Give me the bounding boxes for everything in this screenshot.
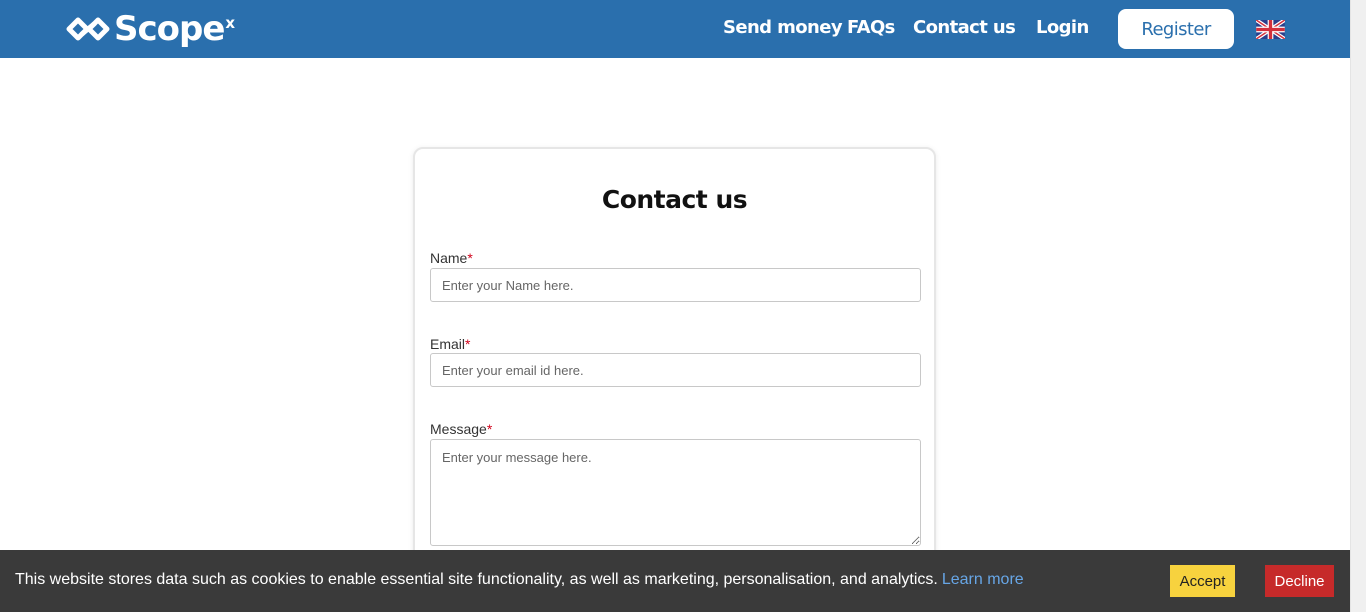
page: Scope x Send money FAQs Contact us Login…: [0, 0, 1366, 612]
cookie-message: This website stores data such as cookies…: [15, 571, 1024, 589]
accept-cookies-button[interactable]: Accept: [1170, 565, 1235, 597]
logo-suffix: x: [225, 14, 236, 32]
register-button[interactable]: Register: [1118, 9, 1234, 49]
cookie-banner: This website stores data such as cookies…: [0, 550, 1350, 612]
site-header: Scope x Send money FAQs Contact us Login…: [0, 0, 1350, 58]
nav-contact-us[interactable]: Contact us: [913, 16, 1016, 40]
required-marker: *: [467, 250, 473, 266]
learn-more-link[interactable]: Learn more: [942, 571, 1024, 588]
page-title: Contact us: [601, 185, 748, 214]
logo-mark-icon: [66, 17, 110, 41]
nav-send-money[interactable]: Send money: [723, 16, 843, 40]
name-label: Name*: [430, 250, 473, 266]
nav-login[interactable]: Login: [1036, 16, 1089, 40]
nav-faqs[interactable]: FAQs: [847, 16, 895, 40]
name-input[interactable]: [430, 268, 921, 302]
cookie-message-text: This website stores data such as cookies…: [15, 571, 938, 588]
contact-form-card: Contact us Name* Email* Message*: [413, 147, 936, 577]
scopex-logo[interactable]: Scope x: [66, 10, 235, 48]
name-label-text: Name: [430, 250, 468, 266]
required-marker: *: [486, 421, 493, 437]
page-scrollbar[interactable]: [1350, 0, 1366, 612]
message-label: Message*: [430, 421, 492, 437]
required-marker: *: [465, 336, 471, 352]
message-label-text: Message: [430, 421, 487, 437]
email-label-text: Email: [430, 336, 466, 352]
message-textarea[interactable]: [430, 439, 921, 546]
decline-cookies-button[interactable]: Decline: [1265, 565, 1334, 597]
logo-text: Scope: [114, 9, 225, 49]
email-input[interactable]: [430, 353, 921, 387]
email-label: Email*: [430, 336, 470, 352]
uk-flag-icon[interactable]: [1256, 20, 1285, 39]
